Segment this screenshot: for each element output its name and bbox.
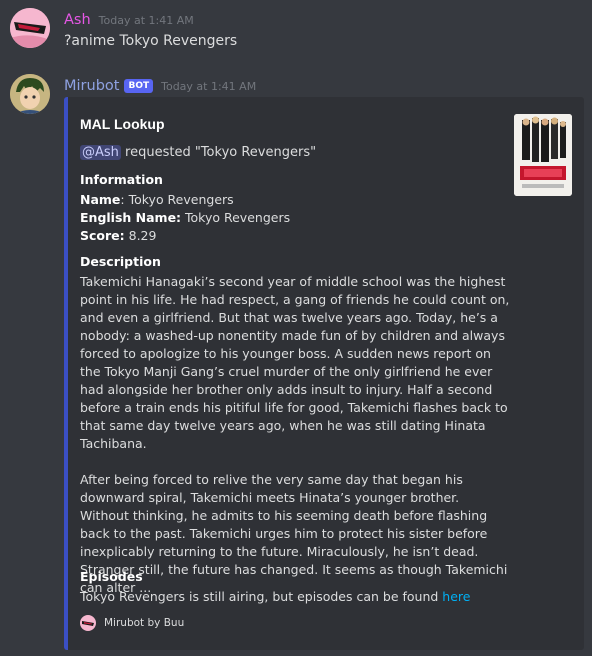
embed-footer: Mirubot by Buu [80,615,184,631]
embed-request-line: @Ash requested "Tokyo Revengers" [80,145,316,160]
english-label: English Name: [80,210,182,225]
episodes-heading: Episodes [80,569,143,584]
episodes-text-body: Tokyo Revengers is still airing, but epi… [80,589,443,604]
timestamp[interactable]: Today at 1:41 AM [99,14,194,27]
embed: MAL Lookup @Ash requested "Tokyo Revenge… [64,97,584,650]
episodes-text: Tokyo Revengers is still airing, but epi… [80,589,470,604]
username-mirubot[interactable]: Mirubot [64,78,119,94]
score-value: 8.29 [124,228,157,243]
footer-text: Mirubot by Buu [104,617,185,629]
avatar-ash[interactable] [10,8,50,48]
field-name: Name: Tokyo Revengers [80,192,234,207]
field-english-name: English Name: Tokyo Revengers [80,210,290,225]
description-text: Takemichi Hanagaki’s second year of midd… [80,274,510,595]
user-mention[interactable]: @Ash [80,145,121,160]
timestamp[interactable]: Today at 1:41 AM [161,80,256,93]
episodes-link[interactable]: here [442,589,470,604]
message-header: Ash Today at 1:41 AM [64,12,194,28]
footer-avatar-icon [80,615,96,631]
message-header: Mirubot BOT Today at 1:41 AM [64,78,256,94]
username-ash[interactable]: Ash [64,12,91,28]
description-heading: Description [80,254,161,269]
request-text: requested "Tokyo Revengers" [120,145,317,160]
field-score: Score: 8.29 [80,228,156,243]
poster-image [514,114,572,196]
score-label: Score: [80,228,125,243]
info-heading: Information [80,172,163,187]
embed-title: MAL Lookup [80,116,165,132]
bot-badge: BOT [124,79,154,93]
avatar-mirubot[interactable] [10,74,50,114]
english-value: Tokyo Revengers [181,210,291,225]
embed-thumbnail[interactable] [514,114,572,196]
name-value: : Tokyo Revengers [120,192,234,207]
message-content: ?anime Tokyo Revengers [64,33,238,49]
name-label: Name [80,192,121,207]
avatar-mirubot-image [10,74,50,114]
footer-icon [80,615,96,631]
avatar-ash-image [10,8,50,48]
